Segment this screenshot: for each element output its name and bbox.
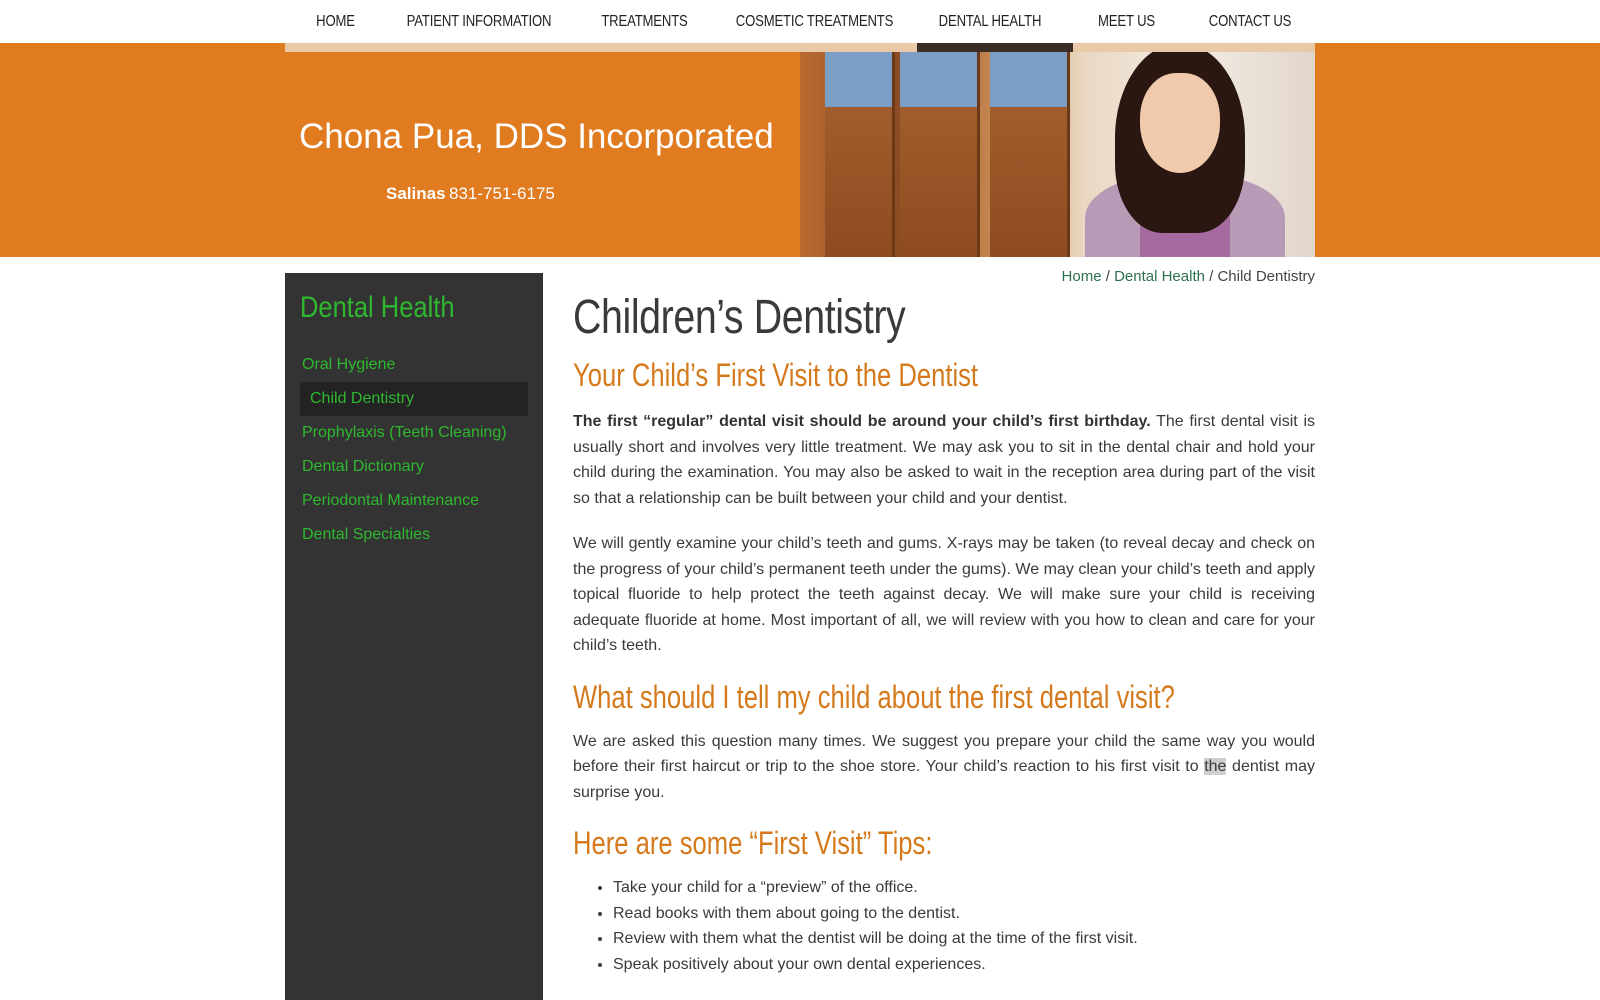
section-heading-tell-child: What should I tell my child about the fi…: [573, 678, 1175, 715]
nav-patient-information[interactable]: PATIENT INFORMATION: [403, 0, 556, 43]
list-item: Speak positively about your own dental e…: [613, 952, 1315, 978]
sidebar-item-periodontal-maintenance[interactable]: Periodontal Maintenance: [300, 484, 528, 518]
sidebar-item-oral-hygiene[interactable]: Oral Hygiene: [300, 348, 528, 382]
sidebar-item-dental-dictionary[interactable]: Dental Dictionary: [300, 450, 528, 484]
practice-phone[interactable]: 831-751-6175: [449, 184, 555, 204]
sidebar-item-prophylaxis[interactable]: Prophylaxis (Teeth Cleaning): [300, 416, 528, 450]
nav-meet-us[interactable]: MEET US: [1079, 0, 1175, 43]
paragraph-first-visit: The first “regular” dental visit should …: [573, 409, 1315, 511]
paragraph-examination: We will gently examine your child’s teet…: [573, 535, 1315, 654]
main-content: Children’s Dentistry Your Child’s First …: [573, 290, 1315, 977]
header-banner: Chona Pua, DDS Incorporated Salinas 831-…: [0, 43, 1600, 257]
nav-indicator-strip: [285, 43, 1315, 52]
sidebar: Dental Health Oral Hygiene Child Dentist…: [285, 273, 543, 1000]
nav-cosmetic-treatments[interactable]: COSMETIC TREATMENTS: [735, 0, 895, 43]
sidebar-heading: Dental Health: [300, 291, 455, 324]
page-title: Children’s Dentistry: [573, 291, 906, 344]
list-item: Review with them what the dentist will b…: [613, 926, 1315, 952]
banner-photo-door: [825, 43, 895, 257]
breadcrumb-separator: /: [1101, 268, 1115, 285]
top-nav-list: HOME PATIENT INFORMATION TREATMENTS COSM…: [285, 0, 1315, 43]
breadcrumb: Home / Dental Health / Child Dentistry: [1062, 268, 1315, 285]
banner-photo-person: [1140, 73, 1220, 173]
top-nav: HOME PATIENT INFORMATION TREATMENTS COSM…: [0, 0, 1600, 43]
list-item: Read books with them about going to the …: [613, 901, 1315, 927]
banner-photo-door: [990, 43, 1070, 257]
nav-active-indicator: [917, 43, 1073, 52]
section-heading-first-visit: Your Child’s First Visit to the Dentist: [573, 357, 979, 393]
sidebar-item-dental-specialties[interactable]: Dental Specialties: [300, 518, 528, 552]
nav-treatments[interactable]: TREATMENTS: [585, 0, 704, 43]
practice-name[interactable]: Chona Pua, DDS Incorporated: [299, 117, 774, 157]
banner-photo-door: [900, 43, 980, 257]
breadcrumb-home[interactable]: Home: [1062, 268, 1102, 285]
banner-photo: [800, 43, 1315, 257]
breadcrumb-separator: /: [1204, 268, 1218, 285]
nav-dental-health[interactable]: DENTAL HEALTH: [926, 0, 1054, 43]
paragraph-prepare-child: We are asked this question many times. W…: [573, 729, 1315, 806]
tips-list: Take your child for a “preview” of the o…: [573, 875, 1315, 977]
practice-city: Salinas: [386, 184, 446, 203]
list-item: Take your child for a “preview” of the o…: [613, 875, 1315, 901]
nav-home[interactable]: HOME: [294, 0, 377, 43]
sidebar-item-child-dentistry[interactable]: Child Dentistry: [300, 382, 528, 416]
highlighted-word: the: [1204, 758, 1227, 775]
breadcrumb-current: Child Dentistry: [1217, 268, 1315, 285]
paragraph-bold-lead: The first “regular” dental visit should …: [573, 413, 1151, 430]
nav-contact-us[interactable]: CONTACT US: [1197, 0, 1304, 43]
breadcrumb-dental-health[interactable]: Dental Health: [1114, 268, 1205, 285]
section-heading-tips: Here are some “First Visit” Tips:: [573, 825, 933, 861]
